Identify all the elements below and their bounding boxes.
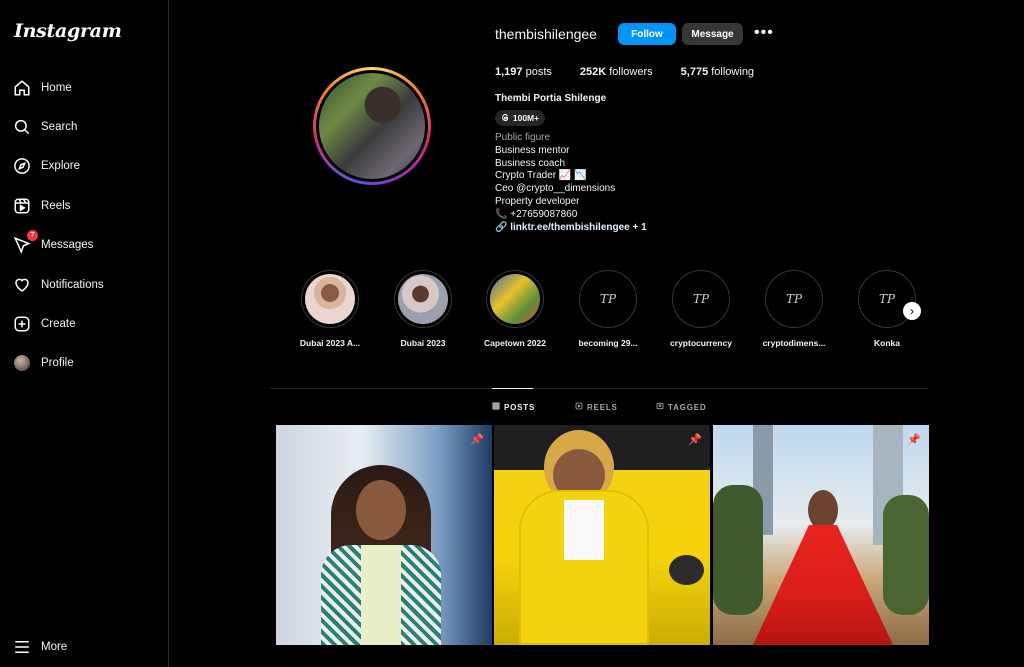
bio-category: Public figure	[495, 132, 551, 143]
sidebar-item-label: Messages	[41, 239, 94, 251]
profile-stats: 1,197 posts 252K followers 5,775 followi…	[495, 66, 782, 78]
posts-count: 1,197 posts	[495, 66, 552, 78]
threads-badge[interactable]: 100M+	[495, 110, 545, 126]
bio-link-row[interactable]: 🔗 linktr.ee/thembishilengee + 1	[495, 222, 647, 235]
sidebar-item-label: Reels	[41, 200, 71, 212]
highlight-item[interactable]: Dubai 2023	[383, 270, 463, 348]
sidebar-item-label: Notifications	[41, 279, 104, 291]
bio-line: Business mentor	[495, 144, 570, 156]
tab-reels[interactable]: REELS	[575, 402, 618, 412]
phone-icon: 📞	[495, 208, 508, 220]
bio-line: Ceo @crypto__dimensions	[495, 183, 616, 195]
tp-logo-icon: TP	[769, 274, 819, 324]
sidebar-item-home[interactable]: Home	[12, 72, 162, 104]
threads-icon	[501, 113, 510, 124]
profile-tabs: POSTS REELS TAGGED	[270, 402, 928, 416]
highlight-item[interactable]: TP becoming 29...	[568, 270, 648, 348]
posts-grid: 📌 📌 📌	[276, 425, 929, 645]
tab-tagged[interactable]: TAGGED	[656, 402, 706, 412]
follow-button[interactable]: Follow	[618, 23, 676, 45]
message-button[interactable]: Message	[682, 23, 743, 45]
bio-link[interactable]: linktr.ee/thembishilengee	[510, 222, 629, 233]
profile-bio: Public figure Business mentor Business c…	[495, 132, 647, 234]
sidebar-item-more[interactable]: More	[12, 631, 162, 663]
more-options-icon[interactable]: •••	[754, 25, 774, 41]
profile-username: thembishilengee	[495, 26, 597, 42]
highlight-item[interactable]: TP cryptocurrency	[661, 270, 741, 348]
tp-logo-icon: TP	[676, 274, 726, 324]
pin-icon: 📌	[470, 434, 484, 446]
following-count[interactable]: 5,775 following	[681, 66, 754, 78]
pin-icon: 📌	[907, 434, 921, 446]
followers-count[interactable]: 252K followers	[580, 66, 653, 78]
sidebar-item-reels[interactable]: Reels	[12, 190, 162, 222]
bio-line: Business coach	[495, 157, 566, 169]
avatar	[12, 353, 32, 373]
sidebar-item-explore[interactable]: Explore	[12, 150, 162, 182]
sidebar-item-create[interactable]: Create	[12, 308, 162, 340]
home-icon	[12, 78, 32, 98]
profile-picture[interactable]	[313, 67, 431, 185]
reels-icon	[575, 402, 583, 412]
link-icon: 🔗	[495, 221, 508, 233]
sidebar-item-label: More	[41, 641, 68, 653]
messenger-icon: 7	[12, 230, 38, 255]
grid-icon	[492, 402, 500, 412]
instagram-logo[interactable]: Instagram	[14, 20, 122, 42]
sidebar: Instagram Home Search Explore Reels 7 Me…	[0, 0, 169, 667]
bio-line: Property developer	[495, 195, 580, 207]
tabs-divider	[270, 388, 928, 389]
post-thumbnail[interactable]: 📌	[713, 425, 929, 645]
bio-phone: 📞 +27659087860	[495, 208, 578, 220]
notification-badge: 7	[27, 230, 38, 241]
profile-full-name: Thembi Portia Shilenge	[495, 93, 607, 104]
tp-logo-icon: TP	[583, 274, 633, 324]
heart-icon	[12, 275, 32, 295]
sidebar-item-label: Search	[41, 121, 78, 133]
plus-square-icon	[12, 314, 32, 334]
tag-icon	[656, 402, 664, 412]
sidebar-item-profile[interactable]: Profile	[12, 347, 162, 379]
post-thumbnail[interactable]: 📌	[276, 425, 492, 645]
sidebar-item-messages[interactable]: 7 Messages	[12, 229, 162, 261]
active-tab-indicator	[492, 388, 533, 389]
hamburger-menu-icon	[12, 637, 32, 657]
chevron-right-icon[interactable]: ›	[903, 302, 921, 320]
bio-link-extra[interactable]: + 1	[633, 222, 647, 233]
sidebar-item-notifications[interactable]: Notifications	[12, 269, 162, 301]
sidebar-item-label: Profile	[41, 357, 74, 369]
profile-main: thembishilengee Follow Message ••• 1,197…	[170, 0, 1024, 667]
post-thumbnail[interactable]: 📌	[494, 425, 710, 645]
sidebar-item-search[interactable]: Search	[12, 111, 162, 143]
pin-icon: 📌	[688, 434, 702, 446]
compass-icon	[12, 156, 32, 176]
sidebar-item-label: Home	[41, 82, 72, 94]
highlight-item[interactable]: TP cryptodimens...	[754, 270, 834, 348]
highlight-item[interactable]: Dubai 2023 A...	[290, 270, 370, 348]
tab-posts[interactable]: POSTS	[492, 402, 535, 412]
highlight-item[interactable]: Capetown 2022	[475, 270, 555, 348]
reels-icon	[12, 196, 32, 216]
search-icon	[12, 117, 32, 137]
sidebar-item-label: Create	[41, 318, 76, 330]
sidebar-item-label: Explore	[41, 160, 80, 172]
profile-photo	[319, 73, 425, 179]
bio-line: Crypto Trader 📈 📉	[495, 170, 587, 182]
